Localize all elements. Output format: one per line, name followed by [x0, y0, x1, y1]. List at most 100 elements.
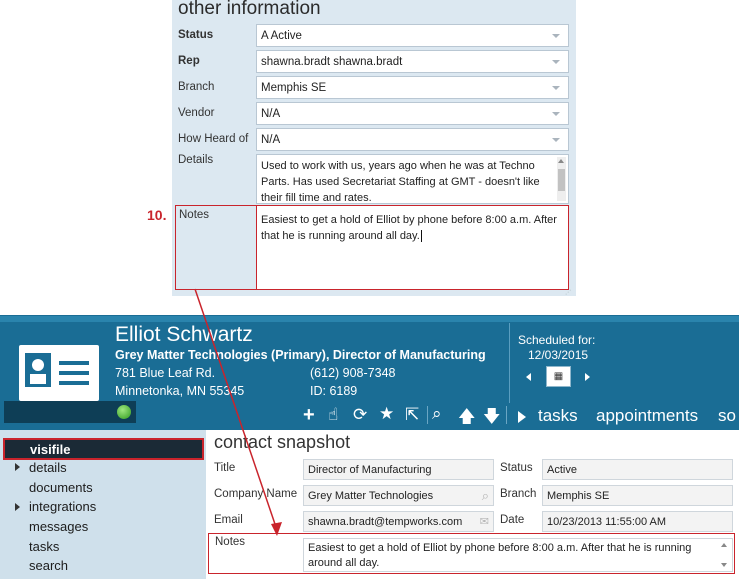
- status-select[interactable]: A Active: [256, 24, 569, 47]
- other-information-panel: other information Status A Active Rep sh…: [172, 0, 576, 296]
- status-value: Active: [547, 464, 577, 476]
- status-field[interactable]: Active: [542, 459, 733, 480]
- sidebar-item-visifile[interactable]: visifile: [3, 438, 204, 460]
- how-heard-select[interactable]: N/A: [256, 128, 569, 151]
- export-icon[interactable]: ⇱: [405, 405, 419, 425]
- company-name-field[interactable]: Grey Matter Technologies ⌕: [303, 485, 494, 506]
- chevron-down-icon: [552, 86, 560, 90]
- branch-select-value: Memphis SE: [261, 82, 327, 94]
- vendor-select-value: N/A: [261, 108, 281, 120]
- header-strip: [0, 316, 739, 322]
- chevron-down-icon: [552, 112, 560, 116]
- mail-icon[interactable]: ✉: [480, 515, 489, 528]
- notes-label: Notes: [179, 209, 210, 221]
- contact-name: Elliot Schwartz: [115, 323, 253, 346]
- details-text: Used to work with us, years ago when he …: [261, 160, 540, 204]
- notes-label-highlight: Notes: [175, 205, 257, 290]
- calendar-icon[interactable]: ▦: [546, 366, 571, 387]
- chevron-down-icon: [552, 34, 560, 38]
- company-name-label: Company Name: [214, 488, 298, 500]
- title-label: Title: [214, 462, 236, 474]
- branch-label: Branch: [178, 81, 215, 93]
- hand-icon[interactable]: ☝: [328, 405, 338, 425]
- notes-field[interactable]: Easiest to get a hold of Elliot by phone…: [303, 538, 733, 572]
- how-heard-select-value: N/A: [261, 134, 281, 146]
- scheduled-date: 12/03/2015: [528, 348, 589, 362]
- status-label: Status: [500, 462, 533, 474]
- chevron-down-icon: [552, 138, 560, 142]
- branch-field[interactable]: Memphis SE: [542, 485, 733, 506]
- branch-select[interactable]: Memphis SE: [256, 76, 569, 99]
- tabs-play-icon[interactable]: [518, 411, 526, 423]
- title-field[interactable]: Director of Manufacturing: [303, 459, 494, 480]
- vendor-select[interactable]: N/A: [256, 102, 569, 125]
- contact-address-1: 781 Blue Leaf Rd.: [115, 366, 216, 380]
- online-status-icon: [117, 405, 131, 419]
- company-name-value: Grey Matter Technologies: [308, 490, 434, 502]
- email-value: shawna.bradt@tempworks.com: [308, 516, 463, 528]
- scroll-thumb[interactable]: [558, 169, 565, 191]
- notes-label: Notes: [215, 536, 246, 548]
- rep-select[interactable]: shawna.bradt shawna.bradt: [256, 50, 569, 73]
- down-arrow-icon[interactable]: 🡇: [483, 404, 500, 433]
- email-field[interactable]: shawna.bradt@tempworks.com ✉: [303, 511, 494, 532]
- sidebar-item-integrations[interactable]: integrations: [29, 499, 96, 514]
- chevron-down-icon: [552, 60, 560, 64]
- tab-more[interactable]: so: [718, 406, 736, 426]
- text-cursor: [420, 230, 422, 242]
- step-number: 10.: [147, 207, 167, 223]
- plus-icon[interactable]: +: [303, 404, 315, 427]
- expand-icon[interactable]: [15, 503, 20, 511]
- notes-row-highlight: Notes Easiest to get a hold of Elliot by…: [208, 533, 735, 574]
- how-heard-label: How Heard of: [178, 133, 249, 145]
- date-field[interactable]: 10/23/2013 11:55:00 AM: [542, 511, 733, 532]
- vendor-label: Vendor: [178, 107, 215, 119]
- email-label: Email: [214, 514, 243, 526]
- status-select-value: A Active: [261, 30, 302, 42]
- details-label: Details: [178, 154, 214, 166]
- tab-tasks[interactable]: tasks: [538, 406, 578, 426]
- star-icon[interactable]: ★: [379, 404, 394, 424]
- tab-appointments[interactable]: appointments: [596, 406, 698, 426]
- prev-date-icon[interactable]: [526, 373, 531, 381]
- status-label: Status: [178, 29, 214, 41]
- sidebar-item-messages[interactable]: messages: [29, 519, 88, 534]
- branch-label: Branch: [500, 488, 537, 500]
- toolbar-divider: [506, 406, 507, 424]
- sidebar-item-label: visifile: [30, 442, 71, 457]
- divider: [509, 323, 510, 403]
- title-field-value: Director of Manufacturing: [308, 464, 432, 476]
- branch-value: Memphis SE: [547, 490, 610, 502]
- card-icon: [19, 345, 99, 401]
- scroll-up-icon[interactable]: [721, 543, 727, 547]
- details-textarea[interactable]: Used to work with us, years ago when he …: [256, 154, 569, 204]
- expand-icon[interactable]: [15, 463, 20, 471]
- contact-address-2: Minnetonka, MN 55345: [115, 384, 245, 398]
- details-scrollbar[interactable]: [557, 157, 566, 201]
- toolbar-divider: [427, 406, 428, 424]
- notes-text: Easiest to get a hold of Elliot by phone…: [261, 214, 557, 242]
- refresh-icon[interactable]: ⟳: [353, 405, 367, 425]
- contact-phone: (612) 908-7348: [310, 366, 396, 380]
- contact-id: ID: 6189: [310, 384, 358, 398]
- sidebar-item-search[interactable]: search: [29, 558, 68, 573]
- snapshot-title: contact snapshot: [214, 432, 351, 452]
- date-value: 10/23/2013 11:55:00 AM: [547, 516, 667, 528]
- rep-label: Rep: [178, 55, 200, 67]
- sidebar-item-documents[interactable]: documents: [29, 480, 93, 495]
- magnifier-icon[interactable]: ⌕: [482, 488, 489, 504]
- sidebar-item-details[interactable]: details: [29, 460, 67, 475]
- resize-grip-icon[interactable]: ⋰: [565, 289, 574, 296]
- notes-value: Easiest to get a hold of Elliot by phone…: [308, 542, 692, 569]
- notes-textarea[interactable]: Easiest to get a hold of Elliot by phone…: [256, 205, 569, 290]
- scroll-down-icon[interactable]: [721, 563, 727, 567]
- search-icon[interactable]: ⌕: [432, 404, 442, 424]
- panel-title: other information: [178, 0, 321, 19]
- scroll-up-icon: [558, 159, 564, 163]
- sidebar-item-tasks[interactable]: tasks: [29, 539, 59, 554]
- scheduled-label: Scheduled for:: [518, 333, 596, 347]
- up-arrow-icon[interactable]: 🡅: [458, 404, 475, 433]
- next-date-icon[interactable]: [585, 373, 590, 381]
- contact-company-line: Grey Matter Technologies (Primary), Dire…: [115, 348, 486, 362]
- date-label: Date: [500, 514, 525, 526]
